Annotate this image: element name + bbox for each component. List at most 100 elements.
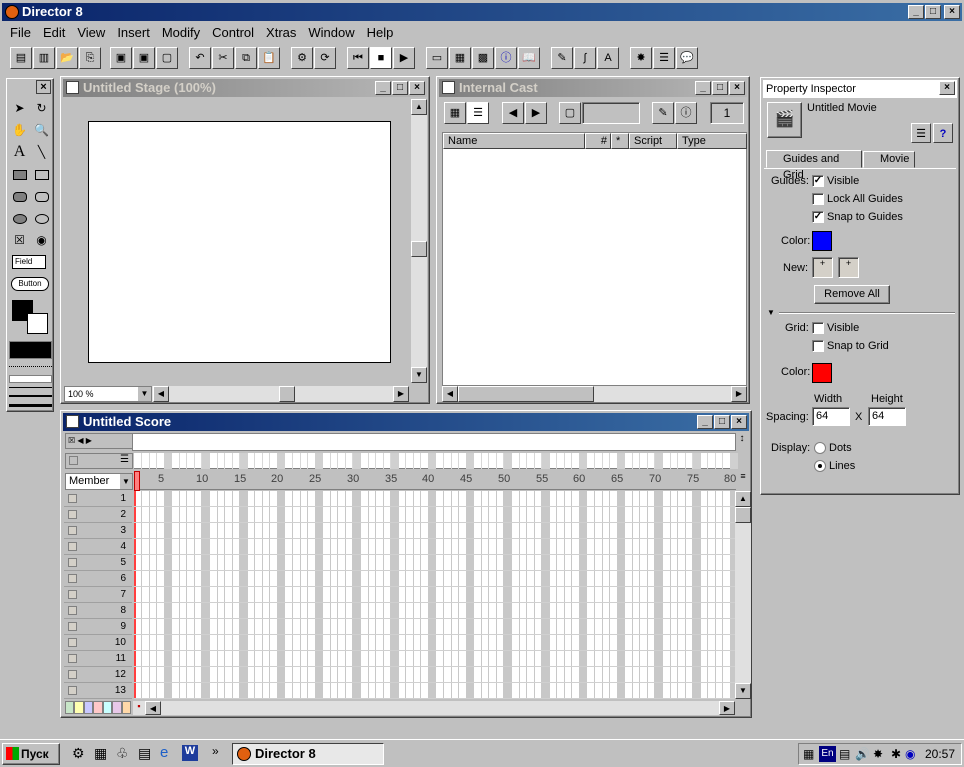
scroll-down-icon[interactable]: ▼ [411,367,427,383]
channel-toggle-icon[interactable] [68,494,77,503]
language-indicator[interactable]: En [819,746,836,762]
grid-height-input[interactable]: 64 [868,407,906,426]
menu-control[interactable]: Control [206,23,260,42]
cast-scroll-right-icon[interactable]: ▶ [731,386,747,402]
channel-header[interactable]: 5 [64,555,132,571]
cast-hscrollbar[interactable]: ◀ ▶ [442,386,747,402]
tray-icon-5[interactable]: ✸ [873,747,883,761]
scroll-up-icon[interactable]: ▲ [411,99,427,115]
rect-tool-icon[interactable] [31,164,52,184]
guide-color-swatch[interactable] [812,231,832,251]
score-scroll-up-icon[interactable]: ▲ [735,491,751,507]
arrow-tool-icon[interactable]: ➤ [9,98,30,118]
cast-close-button[interactable]: × [729,81,745,95]
pattern-selector[interactable] [9,341,52,359]
channel-toggle-icon[interactable] [68,558,77,567]
zoom-tool-icon[interactable]: 🔍 [31,120,52,140]
inspector-help-icon[interactable]: ? [933,123,953,143]
stage-close-button[interactable]: × [409,81,425,95]
channel-header[interactable]: 8 [64,603,132,619]
cast-list[interactable]: Name # * Script Type [442,132,747,386]
score-window-icon[interactable]: ▩ [472,47,494,69]
grid-visible-checkbox[interactable] [812,322,824,334]
cast-member-name-field[interactable] [582,102,640,124]
paint-icon[interactable]: ✎ [551,47,573,69]
remove-all-button[interactable]: Remove All [814,285,890,304]
ellipse-tool-icon[interactable] [31,208,52,228]
stage-maximize-button[interactable]: □ [392,81,408,95]
menu-xtras[interactable]: Xtras [260,23,302,42]
stage-window-icon[interactable]: ▭ [426,47,448,69]
behavior-icon[interactable]: ✸ [630,47,652,69]
tray-network-icon[interactable]: ▦ [803,747,814,761]
inspector-close-button[interactable]: × [939,81,955,95]
cast-info-icon[interactable]: ⓘ [675,102,697,124]
channel-toggle-icon[interactable] [68,510,77,519]
cut-icon[interactable]: ✂ [212,47,234,69]
tab-movie[interactable]: Movie [863,151,915,168]
line-width-3[interactable] [9,395,52,397]
channel-row[interactable] [134,507,736,523]
collapse-arrow-icon[interactable]: ▼ [767,308,775,317]
tray-icon-6[interactable]: ✱ [891,747,901,761]
quicklaunch-chevron-icon[interactable]: » [212,744,219,758]
rewind-icon[interactable]: ⏮ [347,47,369,69]
channel-row[interactable] [134,651,736,667]
previous-cast-icon[interactable]: ◀ [502,102,524,124]
frame-ruler[interactable]: 5 10 15 20 25 30 35 40 45 50 55 60 65 70 75 80 [134,473,736,490]
channel-row[interactable] [134,539,736,555]
lines-radio[interactable] [814,460,826,472]
channel-header[interactable]: 7 [64,587,132,603]
channel-header[interactable]: 13 [64,683,132,699]
channel-row[interactable] [134,587,736,603]
channel-row[interactable] [134,523,736,539]
playhead[interactable] [134,471,140,491]
filled-roundrect-tool-icon[interactable] [9,186,30,206]
stage-vscroll-thumb[interactable] [411,241,427,257]
radio-tool-icon[interactable]: ◉ [31,230,52,250]
thumbnail-view-icon[interactable]: ▦ [444,102,466,124]
channel-row[interactable] [134,491,736,507]
cast-scroll-left-icon[interactable]: ◀ [442,386,458,402]
info-icon[interactable]: ⓘ [495,47,517,69]
drag-cast-icon[interactable]: ▢ [559,102,581,124]
cast-col-type[interactable]: Type [677,133,747,149]
list-view-icon[interactable]: ☰ [467,102,489,124]
cast-minimize-button[interactable]: _ [695,81,711,95]
marker-menu-icon[interactable]: ☰ [120,454,129,465]
line-width-none[interactable] [9,366,52,367]
internet-explorer-icon[interactable]: e [160,744,168,761]
snap-to-grid-checkbox[interactable] [812,340,824,352]
channel-toggle-icon[interactable] [68,542,77,551]
stage-minimize-button[interactable]: _ [375,81,391,95]
channel-toggle-icon[interactable] [68,574,77,583]
channel-header[interactable]: 2 [64,507,132,523]
zoom-select[interactable]: 100 % ▼ [64,386,152,402]
sprite-color-chip[interactable] [83,701,94,714]
stage-hscroll-thumb[interactable] [279,386,295,402]
tray-icon-7[interactable]: ◉ [905,747,915,761]
stage-canvas[interactable] [88,121,391,363]
zoom-menu-icon[interactable]: ≡ [737,471,749,491]
cast-window-icon[interactable]: ▦ [449,47,471,69]
snap-to-guides-checkbox[interactable]: ✓ [812,211,824,223]
channel-header[interactable]: 3 [64,523,132,539]
score-behavior-channel[interactable] [132,433,736,451]
score-maximize-button[interactable]: □ [714,415,730,429]
tray-volume-icon[interactable]: 🔊 [855,747,870,761]
background-color-swatch[interactable] [27,313,48,334]
grid-width-input[interactable]: 64 [812,407,850,426]
menu-file[interactable]: File [4,23,37,42]
channel-header[interactable]: 4 [64,539,132,555]
marker-toggle-icon[interactable] [69,456,78,465]
stop-icon[interactable]: ■ [370,47,392,69]
sprite-color-chip[interactable] [74,701,84,714]
score-minimize-button[interactable]: _ [697,415,713,429]
channel-header[interactable]: 9 [64,619,132,635]
app-titlebar[interactable]: Director 8 _ □ × [2,3,962,21]
cast-col-name[interactable]: Name [443,133,585,149]
filled-ellipse-tool-icon[interactable] [9,208,30,228]
cast-titlebar[interactable]: Internal Cast _ □ × [439,79,747,97]
scroll-right-icon[interactable]: ▶ [393,386,409,402]
menu-window[interactable]: Window [302,23,360,42]
